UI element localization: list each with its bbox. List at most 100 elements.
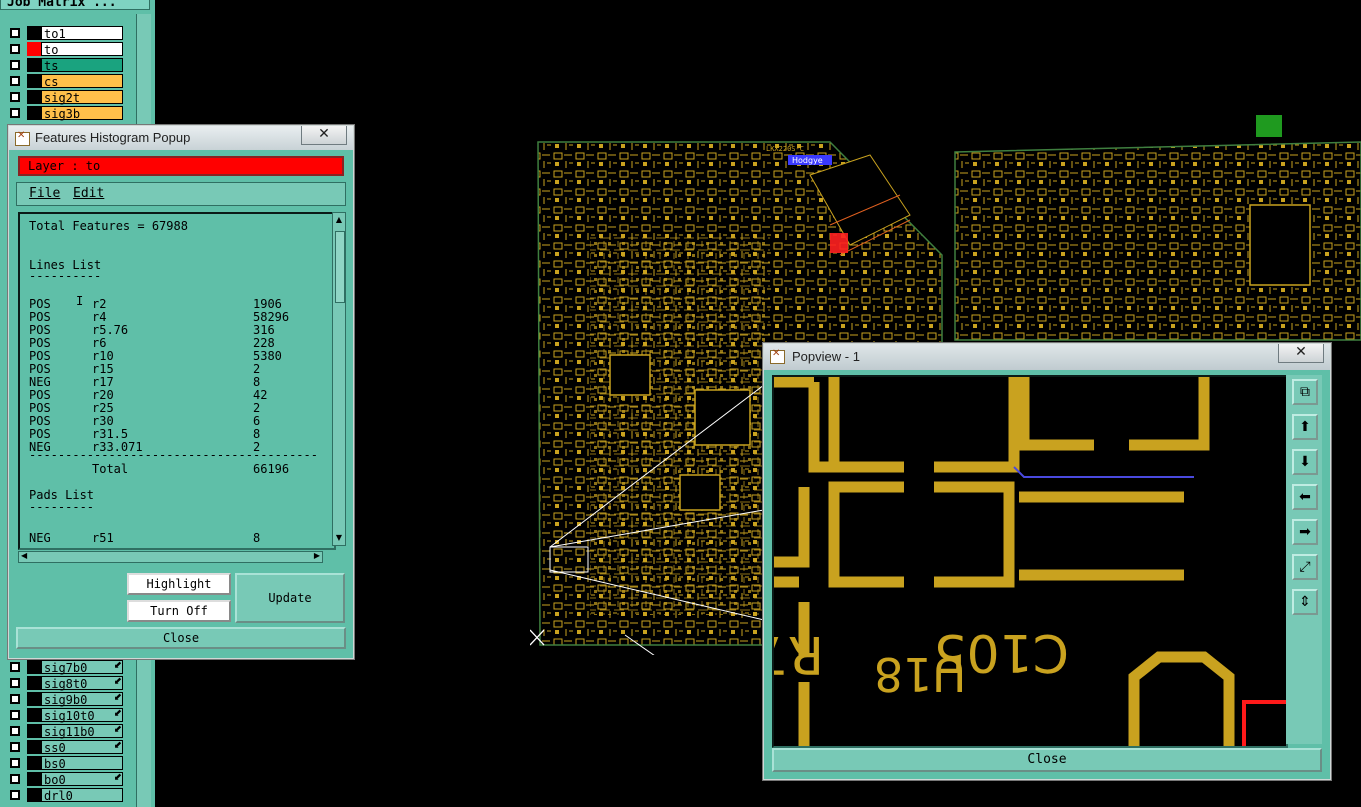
layer-row-sig11b0[interactable]: sig11b0 ⬋ bbox=[6, 723, 126, 739]
layer-row-sig9b0[interactable]: sig9b0 ⬋ bbox=[6, 691, 126, 707]
popview-close-x-button[interactable]: ✕ bbox=[1278, 344, 1324, 363]
layer-name[interactable]: bs0 bbox=[41, 756, 123, 771]
layer-flag-icon: ⬋ bbox=[113, 708, 122, 719]
layer-row-to1[interactable]: to1 bbox=[6, 25, 126, 41]
scroll-down-arrow-icon[interactable]: ▼ bbox=[334, 533, 344, 543]
job-matrix-title: Job Matrix ... bbox=[0, 0, 150, 10]
layer-indicator: Layer : to bbox=[18, 156, 344, 176]
report-vertical-scrollbar[interactable]: ▲ ▼ bbox=[332, 212, 346, 546]
silk-label-r77: R77 bbox=[774, 624, 824, 684]
histogram-report: Total Features = 67988 Lines List ------… bbox=[18, 212, 336, 550]
layer-name[interactable]: to bbox=[41, 42, 123, 57]
layer-name[interactable]: bo0 bbox=[41, 772, 123, 787]
pads-rule: --------- bbox=[29, 500, 95, 514]
histogram-title: Features Histogram Popup bbox=[35, 130, 191, 145]
layer-flag-icon: ⬋ bbox=[113, 676, 122, 687]
layer-name[interactable]: sig9b0 bbox=[41, 692, 123, 707]
highlight-button[interactable]: Highlight bbox=[127, 573, 231, 595]
layer-name[interactable]: ts bbox=[41, 58, 123, 73]
pan-right-icon[interactable]: ➡ bbox=[1292, 519, 1318, 545]
layer-flag-icon: ⬋ bbox=[113, 692, 122, 703]
row-count: 8 bbox=[253, 531, 261, 545]
layer-checkbox[interactable] bbox=[10, 726, 20, 736]
popview-window: Popview - 1 ✕ R7 bbox=[763, 343, 1331, 780]
popview-close-button[interactable]: Close bbox=[772, 748, 1322, 772]
histogram-close-x-button[interactable]: ✕ bbox=[301, 126, 347, 145]
layer-row-cs[interactable]: cs bbox=[6, 73, 126, 89]
layer-name[interactable]: sig2t bbox=[41, 90, 123, 105]
layer-row-sig7b0[interactable]: sig7b0 ⬋ bbox=[6, 659, 126, 675]
layer-checkbox[interactable] bbox=[10, 742, 20, 752]
histogram-close-button[interactable]: Close bbox=[16, 627, 346, 649]
layer-name[interactable]: sig10t0 bbox=[41, 708, 123, 723]
layer-row-to[interactable]: to bbox=[6, 41, 126, 57]
layer-name[interactable]: sig7b0 bbox=[41, 660, 123, 675]
layer-name[interactable]: sig11b0 bbox=[41, 724, 123, 739]
layer-checkbox[interactable] bbox=[10, 28, 20, 38]
popview-zoom-canvas[interactable]: R77 U18 C105 bbox=[772, 375, 1288, 748]
layer-checkbox[interactable] bbox=[10, 774, 20, 784]
layer-row-ts[interactable]: ts bbox=[6, 57, 126, 73]
layer-flag-icon: ⬋ bbox=[113, 660, 122, 671]
popview-titlebar[interactable]: Popview - 1 ✕ bbox=[764, 344, 1330, 370]
layer-color-swatch bbox=[27, 708, 41, 722]
layer-color-swatch bbox=[27, 106, 41, 120]
layer-color-swatch bbox=[27, 90, 41, 104]
layer-row-sig3b[interactable]: sig3b bbox=[6, 105, 126, 121]
layer-name[interactable]: ss0 bbox=[41, 740, 123, 755]
menu-edit[interactable]: Edit bbox=[73, 186, 104, 201]
layer-color-swatch bbox=[27, 724, 41, 738]
layer-checkbox[interactable] bbox=[10, 108, 20, 118]
pan-left-icon[interactable]: ⬅ bbox=[1292, 484, 1318, 510]
layer-checkbox[interactable] bbox=[10, 710, 20, 720]
layer-color-swatch bbox=[27, 692, 41, 706]
pan-up-icon[interactable]: ⬆ bbox=[1292, 414, 1318, 440]
layer-checkbox[interactable] bbox=[10, 60, 20, 70]
scroll-thumb[interactable] bbox=[335, 231, 345, 303]
board-label-top: LKX220S-C bbox=[766, 145, 804, 153]
layer-row-drl0[interactable]: drl0 bbox=[6, 787, 126, 803]
layer-flag-icon: ⬋ bbox=[113, 740, 122, 751]
update-button[interactable]: Update bbox=[235, 573, 345, 623]
layer-list-top: to1 to ts cs sig2t sig3b bbox=[6, 25, 126, 121]
turn-off-button[interactable]: Turn Off bbox=[127, 600, 231, 622]
scroll-up-arrow-icon[interactable]: ▲ bbox=[334, 215, 344, 225]
zoom-in-icon[interactable]: ⤢ bbox=[1292, 554, 1318, 580]
layer-color-swatch bbox=[27, 772, 41, 786]
layer-name[interactable]: sig8t0 bbox=[41, 676, 123, 691]
zoom-out-icon[interactable]: ⇕ bbox=[1292, 589, 1318, 615]
layer-row-bo0[interactable]: bo0 ⬋ bbox=[6, 771, 126, 787]
layer-checkbox[interactable] bbox=[10, 790, 20, 800]
layer-list-bottom: sig7b0 ⬋ sig8t0 ⬋ sig9b0 ⬋ sig10t0 ⬋ sig… bbox=[6, 659, 126, 803]
layer-name[interactable]: to1 bbox=[41, 26, 123, 41]
layer-checkbox[interactable] bbox=[10, 44, 20, 54]
scroll-left-arrow-icon[interactable]: ◀ bbox=[21, 551, 27, 560]
histogram-titlebar[interactable]: Features Histogram Popup ✕ bbox=[9, 126, 353, 150]
layer-row-sig2t[interactable]: sig2t bbox=[6, 89, 126, 105]
zoom-fit-icon[interactable]: ⧉ bbox=[1292, 379, 1318, 405]
layer-checkbox[interactable] bbox=[10, 694, 20, 704]
layer-name[interactable]: sig3b bbox=[41, 106, 123, 121]
layer-checkbox[interactable] bbox=[10, 662, 20, 672]
ic-footprint bbox=[694, 389, 751, 446]
menu-file[interactable]: File bbox=[29, 186, 60, 201]
pan-down-icon[interactable]: ⬇ bbox=[1292, 449, 1318, 475]
layer-checkbox[interactable] bbox=[10, 678, 20, 688]
layer-color-swatch bbox=[27, 788, 41, 802]
ic-footprint bbox=[1249, 204, 1311, 286]
report-horizontal-scrollbar[interactable]: ◀ ▶ bbox=[18, 551, 323, 563]
layer-checkbox[interactable] bbox=[10, 92, 20, 102]
layer-row-ss0[interactable]: ss0 ⬋ bbox=[6, 739, 126, 755]
layer-row-bs0[interactable]: bs0 bbox=[6, 755, 126, 771]
layer-name[interactable]: cs bbox=[41, 74, 123, 89]
layer-row-sig8t0[interactable]: sig8t0 ⬋ bbox=[6, 675, 126, 691]
total-features: Total Features = 67988 bbox=[29, 219, 188, 233]
layer-checkbox[interactable] bbox=[10, 758, 20, 768]
zoomed-traces: R77 U18 C105 bbox=[774, 377, 1286, 746]
scroll-right-arrow-icon[interactable]: ▶ bbox=[314, 551, 320, 560]
layer-checkbox[interactable] bbox=[10, 76, 20, 86]
features-histogram-popup: Features Histogram Popup ✕ Layer : to Fi… bbox=[8, 125, 354, 659]
layer-name[interactable]: drl0 bbox=[41, 788, 123, 803]
layer-row-sig10t0[interactable]: sig10t0 ⬋ bbox=[6, 707, 126, 723]
app-window-icon bbox=[15, 130, 30, 146]
